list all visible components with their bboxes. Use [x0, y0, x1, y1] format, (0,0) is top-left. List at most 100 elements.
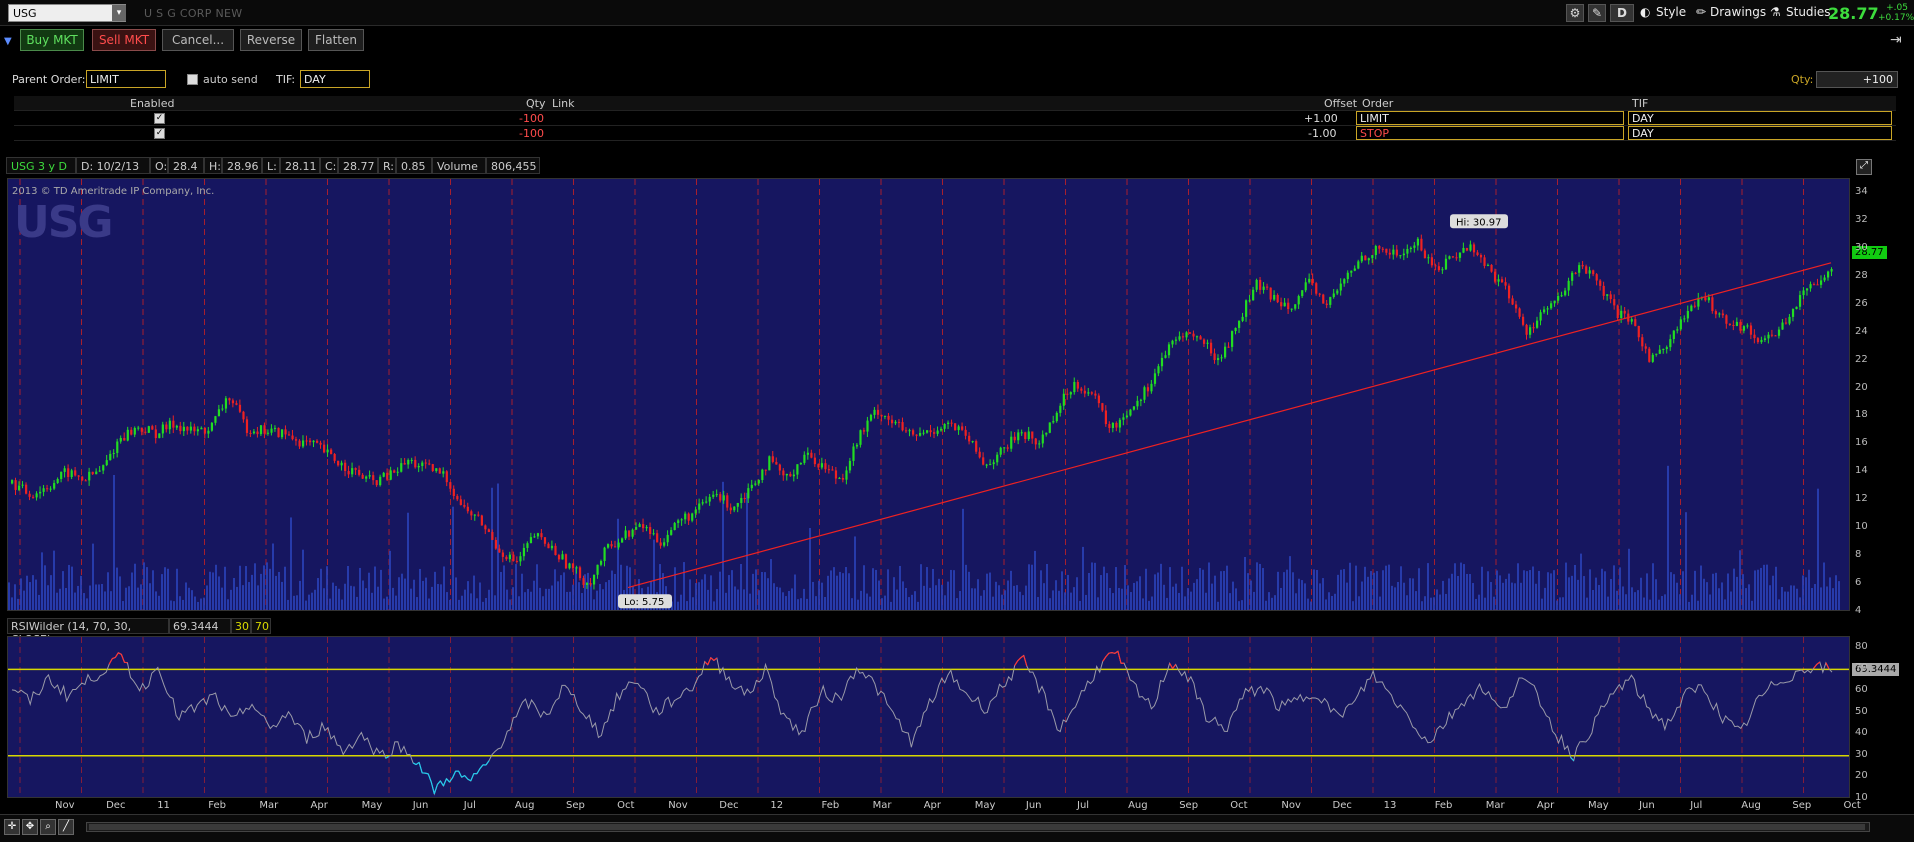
row-tif-select[interactable]: DAY: [1628, 126, 1892, 140]
candle-body: [1430, 257, 1434, 266]
candle-body: [764, 469, 767, 471]
crosshair-icon[interactable]: ✛: [4, 819, 20, 835]
flatten-button[interactable]: Flatten: [308, 29, 364, 51]
candle-body: [1227, 346, 1230, 348]
rsi-overbought-segment: [112, 656, 116, 660]
volume-bar: [1115, 567, 1117, 610]
volume-bar: [1526, 571, 1528, 610]
style-icon[interactable]: ◐: [1640, 5, 1650, 19]
row-tif-select[interactable]: DAY: [1628, 111, 1892, 125]
volume-bar: [1772, 575, 1774, 610]
rsi-study-label[interactable]: RSIWilder (14, 70, 30, CLOSE): [7, 618, 169, 646]
volume-bar: [1409, 578, 1411, 610]
candle-body: [1066, 393, 1069, 395]
candle-body: [1521, 316, 1525, 325]
volume-bar: [1355, 565, 1357, 610]
buy-market-button[interactable]: Buy MKT: [20, 29, 84, 51]
candle-body: [1132, 406, 1136, 410]
studies-icon[interactable]: ⚗: [1770, 5, 1781, 19]
volume-bar: [356, 596, 358, 610]
enabled-checkbox[interactable]: ✓: [154, 128, 165, 139]
enabled-checkbox[interactable]: ✓: [154, 113, 165, 124]
volume-bar: [1172, 586, 1174, 610]
symbol-dropdown-icon[interactable]: ▾: [112, 5, 126, 21]
volume-bar: [1625, 594, 1627, 610]
volume-bar: [506, 589, 508, 610]
pan-icon[interactable]: ✥: [22, 819, 38, 835]
candle-body: [1129, 409, 1132, 416]
time-scrollbar[interactable]: [86, 822, 1870, 832]
table-row[interactable]: ✓ -100 -1.00 STOP DAY: [14, 126, 1896, 141]
volume-bar: [578, 582, 580, 610]
parent-order-select[interactable]: LIMIT: [86, 70, 166, 88]
rsi-chart[interactable]: [7, 636, 1850, 798]
volume-bar: [1499, 575, 1501, 610]
auto-send-checkbox[interactable]: [187, 74, 198, 85]
drawings-menu[interactable]: Drawings: [1710, 5, 1766, 19]
cancel-button[interactable]: Cancel...: [162, 29, 234, 51]
volume-bar: [1397, 581, 1399, 610]
link-icon[interactable]: ⚙: [1566, 4, 1584, 22]
candle-body: [1458, 252, 1462, 258]
candle-body: [922, 432, 925, 434]
drawings-icon[interactable]: ✏: [1696, 5, 1706, 19]
chart-zoom-icon[interactable]: ⤢: [1856, 159, 1872, 175]
collapse-arrow-icon[interactable]: ▼: [4, 36, 12, 47]
candle-body: [652, 533, 655, 535]
draw-line-icon[interactable]: ╱: [58, 819, 74, 835]
price-axis-tick: 20: [1855, 381, 1868, 393]
volume-bar: [1481, 566, 1483, 610]
time-axis-tick: Mar: [872, 800, 892, 811]
volume-bar: [1166, 597, 1168, 610]
row-offset[interactable]: -1.00: [1308, 127, 1336, 140]
candle-body: [1525, 324, 1528, 335]
volume-bar: [875, 569, 877, 610]
volume-bar: [383, 598, 385, 610]
reverse-button[interactable]: Reverse: [240, 29, 302, 51]
studies-menu[interactable]: Studies: [1786, 5, 1831, 19]
qty-stepper[interactable]: +100: [1816, 71, 1898, 88]
volume-bar: [152, 570, 154, 610]
price-axis-tick: 14: [1855, 465, 1868, 477]
candle-body: [617, 542, 620, 548]
row-order-select[interactable]: LIMIT: [1356, 111, 1624, 125]
volume-bar: [746, 492, 748, 610]
row-qty[interactable]: -100: [519, 127, 544, 140]
low-marker: Lo: 5.75: [618, 594, 672, 609]
sell-market-button[interactable]: Sell MKT: [92, 29, 156, 51]
symbol-input[interactable]: USG: [8, 4, 126, 22]
volume-bar: [1379, 596, 1381, 610]
volume-bar: [461, 595, 463, 610]
candle-body: [165, 424, 168, 430]
volume-bar: [500, 571, 502, 610]
volume-bar: [227, 599, 229, 610]
chart-symbol-label[interactable]: USG 3 y D: [6, 157, 76, 174]
candle-body: [473, 514, 476, 516]
volume-bar: [1433, 597, 1435, 610]
candle-body: [908, 430, 911, 432]
price-chart[interactable]: Hi: 30.97 Lo: 5.75 2013 © TD Ameritrade I…: [7, 178, 1850, 611]
tif-select[interactable]: DAY: [300, 70, 370, 88]
candle-body: [778, 464, 781, 471]
expand-arrow-icon[interactable]: ⇥: [1890, 32, 1902, 48]
rsi-overbought-segment: [1117, 651, 1122, 664]
time-axis-tick: Feb: [1434, 800, 1453, 811]
row-offset[interactable]: +1.00: [1304, 112, 1338, 125]
candle-body: [957, 426, 960, 431]
volume-bar: [362, 580, 364, 610]
volume-bar: [1217, 601, 1219, 610]
table-row[interactable]: ✓ -100 +1.00 LIMIT DAY: [14, 111, 1896, 126]
volume-bar: [1295, 593, 1297, 610]
scrollbar-thumb[interactable]: [89, 824, 1865, 830]
zoom-icon[interactable]: ⌕: [40, 819, 56, 835]
settings-icon[interactable]: ✎: [1588, 4, 1606, 22]
style-menu[interactable]: Style: [1656, 5, 1686, 19]
candle-body: [102, 465, 105, 471]
aggregation-button[interactable]: D: [1610, 4, 1634, 22]
row-order-select[interactable]: STOP: [1356, 126, 1624, 140]
volume-bar: [1835, 575, 1837, 610]
rsi-overbought-segment: [1825, 662, 1830, 670]
volume-bar: [524, 592, 526, 610]
candle-body: [803, 454, 806, 463]
row-qty[interactable]: -100: [519, 112, 544, 125]
